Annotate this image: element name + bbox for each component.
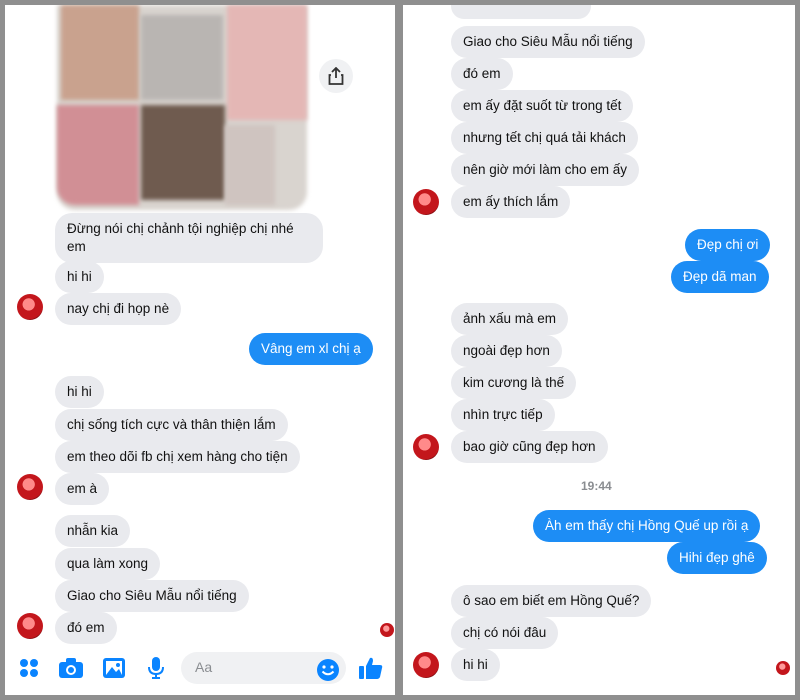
contact-avatar[interactable] <box>413 652 439 678</box>
message-bubble-incoming: nên giờ mới làm cho em ấy <box>451 154 640 186</box>
like-button[interactable] <box>357 654 385 682</box>
message-bubble-incoming: nay chị đi họp nè <box>55 293 182 325</box>
message-timestamp: 19:44 <box>581 479 612 493</box>
contact-avatar[interactable] <box>17 294 43 320</box>
gallery-icon <box>103 658 125 678</box>
emoji-icon <box>317 659 339 681</box>
message-bubble-outgoing: Hihi đẹp ghê <box>667 542 767 574</box>
voice-message-button[interactable] <box>142 654 170 682</box>
message-bubble-incoming: ảnh xấu mà em <box>451 303 569 335</box>
message-bubble-cropped <box>451 5 591 19</box>
message-bubble-incoming: nhìn trực tiếp <box>451 399 555 431</box>
message-bubble-incoming: em theo dõi fb chị xem hàng cho tiện <box>55 441 300 473</box>
emoji-button[interactable] <box>314 656 342 684</box>
message-bubble-incoming: hi hi <box>55 376 104 408</box>
message-bubble-incoming: kim cương là thế <box>451 367 577 399</box>
message-bubble-incoming: nhưng tết chị quá tải khách <box>451 122 638 154</box>
message-bubble-outgoing: Đẹp dã man <box>671 261 769 293</box>
message-bubble-incoming: qua làm xong <box>55 548 161 580</box>
seen-receipt-avatar <box>380 623 394 637</box>
message-bubble-incoming: em ấy thích lắm <box>451 186 571 218</box>
camera-icon <box>59 658 83 678</box>
share-icon <box>328 67 344 85</box>
message-bubble-incoming: em ấy đặt suốt từ trong tết <box>451 90 634 122</box>
contact-avatar[interactable] <box>17 474 43 500</box>
message-bubble-outgoing: Đẹp chị ơi <box>685 229 771 261</box>
message-bubble-outgoing: Vâng em xl chị ạ <box>249 333 373 365</box>
message-bubble-incoming: ô sao em biết em Hồng Quế? <box>451 585 652 617</box>
camera-button[interactable] <box>57 654 85 682</box>
message-bubble-incoming: bao giờ cũng đẹp hơn <box>451 431 608 463</box>
message-bubble-incoming: đó em <box>451 58 513 90</box>
message-bubble-incoming: chị có nói đâu <box>451 617 559 649</box>
message-composer: Aa <box>5 648 395 695</box>
contact-avatar[interactable] <box>413 434 439 460</box>
message-bubble-incoming: em à <box>55 473 110 505</box>
left-chat-screenshot: Đừng nói chị chảnh tội nghiệp chị nhé em… <box>5 5 395 695</box>
right-chat-screenshot: Giao cho Siêu Mẫu nổi tiếng đó em em ấy … <box>403 5 795 695</box>
microphone-icon <box>148 657 164 679</box>
message-bubble-incoming: hi hi <box>55 261 104 293</box>
message-bubble-incoming: Đừng nói chị chảnh tội nghiệp chị nhé em <box>55 213 323 263</box>
message-bubble-incoming: Giao cho Siêu Mẫu nổi tiếng <box>451 26 645 58</box>
menu-dots-button[interactable] <box>15 654 43 682</box>
contact-avatar[interactable] <box>413 189 439 215</box>
shared-photo-collage[interactable] <box>57 5 307 210</box>
contact-avatar[interactable] <box>17 613 43 639</box>
gallery-button[interactable] <box>100 654 128 682</box>
share-button[interactable] <box>319 59 353 93</box>
menu-dots-icon <box>20 659 38 677</box>
message-bubble-incoming: Giao cho Siêu Mẫu nổi tiếng <box>55 580 249 612</box>
message-bubble-incoming: chị sống tích cực và thân thiện lắm <box>55 409 288 441</box>
message-bubble-incoming: nhẫn kia <box>55 515 131 547</box>
message-bubble-incoming: đó em <box>55 612 117 644</box>
seen-receipt-avatar <box>776 661 790 675</box>
thumbs-up-icon <box>359 657 383 679</box>
message-bubble-incoming: ngoài đẹp hơn <box>451 335 562 367</box>
message-bubble-outgoing: Àh em thấy chị Hồng Quế up rồi ạ <box>533 510 761 542</box>
message-bubble-incoming: hi hi <box>451 649 500 681</box>
